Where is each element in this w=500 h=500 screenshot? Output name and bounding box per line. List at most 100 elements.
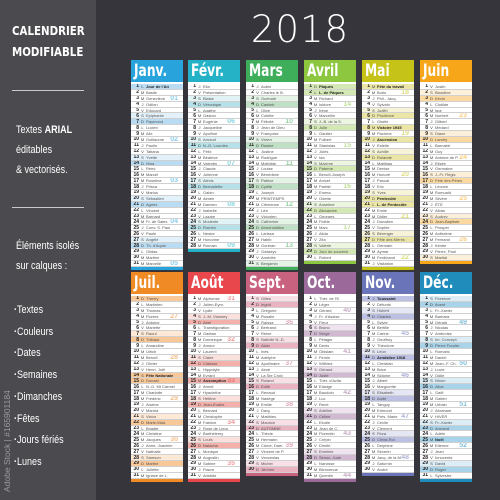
day-number: 25 xyxy=(248,225,254,231)
weekday-letter: M xyxy=(371,125,376,131)
day-number: 21 xyxy=(133,201,139,208)
weekday-letter: M xyxy=(140,396,145,402)
weekday-letter: S xyxy=(198,178,201,184)
day-number: 9 xyxy=(425,343,428,349)
weekday-letter: M xyxy=(429,231,434,237)
day-number: 30 xyxy=(190,466,196,473)
saint-name: Fête des Pères xyxy=(435,178,463,184)
saint-name: Benjamin xyxy=(261,260,278,266)
day-number: 27 xyxy=(306,449,312,455)
day-number: 7 xyxy=(425,119,428,125)
stock-credit: Adobe Stock | #165901184 xyxy=(2,390,12,492)
day-number: 16 xyxy=(248,384,254,390)
saint-name: Denis xyxy=(319,343,330,349)
day-number: 23 xyxy=(422,425,428,432)
weekday-letter: V xyxy=(198,89,201,95)
weekday-letter: J xyxy=(141,142,144,148)
day-number: 21 xyxy=(190,201,196,208)
saint-name: Edouard xyxy=(146,107,162,113)
saint-name: Alexis xyxy=(203,178,214,184)
day-number: 26 xyxy=(306,231,312,237)
day-number: 14 xyxy=(133,372,139,379)
weekday-letter: L xyxy=(314,131,317,137)
day-number: 12 xyxy=(133,148,139,155)
weekday-letter: S xyxy=(372,231,375,237)
saint-name: Ida xyxy=(319,154,325,160)
saint-name: Géraud xyxy=(319,366,333,372)
saint-name: Yvette xyxy=(146,154,158,160)
weekday-letter: M xyxy=(429,148,434,154)
day-number: 15 xyxy=(364,166,370,172)
day-number: 27 xyxy=(133,449,139,455)
saint-name: Jean xyxy=(435,449,444,455)
saint-name: Pâques xyxy=(319,84,334,89)
weekday-letter: L xyxy=(256,190,259,195)
weekday-letter: M xyxy=(313,349,318,354)
weekday-letter: M xyxy=(255,160,260,166)
weekday-letter: J xyxy=(314,354,317,360)
saint-name: Gabin xyxy=(203,190,214,195)
saint-name: Elisée xyxy=(435,160,446,166)
day-number: 2 xyxy=(425,301,428,308)
day-number: 10 xyxy=(364,137,370,143)
layer-item: Fêtes xyxy=(14,409,64,431)
day-number: 3 xyxy=(425,95,428,102)
day-row: 30 V André xyxy=(362,467,414,473)
day-number: 5 xyxy=(367,107,370,114)
weekday-letter: D xyxy=(141,119,144,125)
saint-name: Sylvie xyxy=(377,319,388,325)
saint-name: Sylvestre xyxy=(435,472,452,478)
saint-name: N.-D. Lourdes xyxy=(203,142,228,148)
day-number: 21 xyxy=(306,201,312,208)
day-number: 9 xyxy=(367,343,370,349)
weekday-letter: L xyxy=(198,107,201,113)
weekday-letter: M xyxy=(140,354,145,360)
saint-name: Saturnin xyxy=(377,460,392,466)
weekday-letter: S xyxy=(430,89,433,95)
day-number: 1 xyxy=(309,84,312,90)
layer-item: Couleurs xyxy=(14,322,64,344)
saint-name: Olivier xyxy=(146,360,158,366)
saint-name: Marcellin xyxy=(319,113,336,119)
day-number: 1 xyxy=(136,296,139,302)
month-days: 1 D Pâques 2 L L. de Pâques 3 M Richard 4 M Isidore… xyxy=(304,82,356,261)
day-number: 2 xyxy=(425,89,428,96)
day-row: 31 M Marcelle 05 xyxy=(131,261,183,267)
day-number: 12 xyxy=(422,148,428,155)
day-number: 3 xyxy=(367,307,370,314)
day-number: 23 xyxy=(306,213,312,220)
weekday-letter: V xyxy=(256,455,259,460)
saint-name: Thomas xyxy=(146,307,161,313)
day-number: 1 xyxy=(193,296,196,302)
weekday-letter: D xyxy=(430,466,433,472)
month-footer-bar xyxy=(362,266,414,270)
day-number: 16 xyxy=(133,172,139,178)
saint-name: Charlotte xyxy=(146,390,163,396)
day-number: 10 xyxy=(133,137,139,143)
day-number: 22 xyxy=(133,419,139,426)
day-number: 7 xyxy=(251,119,254,125)
month-name: Déc. xyxy=(423,273,454,293)
day-number: 8 xyxy=(367,125,370,131)
saint-name: Ninon xyxy=(435,378,446,384)
weekday-letter: M xyxy=(140,431,145,437)
weekday-letter: J xyxy=(314,190,317,195)
saint-name: Jean-Baptiste xyxy=(435,219,460,225)
saint-name: Rodrigue xyxy=(261,154,278,160)
saint-name: Edmond xyxy=(377,407,392,413)
weekday-letter: V xyxy=(198,307,201,313)
day-number: 11 xyxy=(190,354,196,361)
saint-name: Fidèle xyxy=(319,219,330,225)
weekday-letter: V xyxy=(256,213,259,219)
month-1: Janv. 1 L Jour de l'An 2 M Basile 3 M Geneviève 01… xyxy=(131,60,183,270)
day-number: 25 xyxy=(190,225,196,231)
weekday-letter: J xyxy=(372,95,375,101)
day-number: 14 xyxy=(364,160,370,167)
saint-name: Fr.-Xavier xyxy=(435,307,453,313)
day-row: 31 L Sylvestre xyxy=(420,473,472,479)
day-number: 20 xyxy=(422,407,428,414)
weekday-letter: M xyxy=(313,95,318,101)
saint-name: Augustin xyxy=(203,455,219,460)
weekday-letter: S xyxy=(256,296,259,301)
weekday-letter: M xyxy=(255,443,260,449)
